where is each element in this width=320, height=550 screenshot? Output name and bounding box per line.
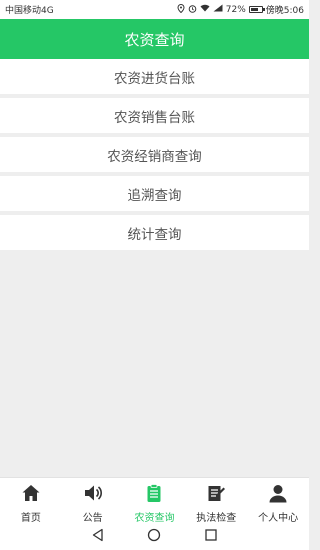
carrier-text: 中国移动4G [5,6,54,16]
wifi-icon [200,4,210,15]
app-header: 农资查询 [0,19,309,59]
menu-item-label: 农资销售台账 [114,109,195,126]
home-circle-icon[interactable] [147,527,161,546]
signal-icon [213,4,223,15]
battery-level [250,8,258,11]
menu-item-statistics-query[interactable]: 统计查询 [0,215,309,250]
menu-item-sales-ledger[interactable]: 农资销售台账 [0,98,309,133]
user-icon [268,483,288,509]
back-icon[interactable] [91,527,105,546]
menu-item-purchase-ledger[interactable]: 农资进货台账 [0,59,309,94]
battery-icon [248,6,265,13]
page-title: 农资查询 [124,30,185,49]
nav-item-home[interactable]: 首页 [0,478,62,524]
recent-apps-icon[interactable] [204,527,218,546]
home-icon [21,483,41,509]
bottom-nav: 首页 公告 农资查询 执法检查 个人中心 [0,477,309,524]
menu-item-trace-query[interactable]: 追溯查询 [0,176,309,211]
query-menu: 农资进货台账 农资销售台账 农资经销商查询 追溯查询 统计查询 [0,59,309,254]
menu-item-label: 农资经销商查询 [107,148,202,165]
alarm-icon [188,4,197,16]
menu-item-label: 追溯查询 [127,187,182,204]
nav-item-profile[interactable]: 个人中心 [247,478,309,524]
menu-item-dealer-query[interactable]: 农资经销商查询 [0,137,309,172]
nav-item-agri-query[interactable]: 农资查询 [124,478,186,524]
nav-item-inspection[interactable]: 执法检查 [185,478,247,524]
nav-label: 首页 [20,513,41,524]
nav-item-notice[interactable]: 公告 [62,478,124,524]
speaker-icon [83,483,103,509]
clock-time: 傍晚5:06 [265,6,304,16]
status-icons: 72% 傍晚5:06 [177,3,304,16]
status-bar: 中国移动4G 72% 傍晚5:06 [0,0,309,19]
nav-label: 个人中心 [258,513,299,524]
system-nav-bar [0,523,309,550]
clipboard-icon [144,483,164,509]
location-icon [177,3,185,16]
nav-label: 公告 [82,513,103,524]
edit-icon [206,483,226,509]
menu-item-label: 农资进货台账 [114,70,195,87]
battery-percent: 72% [225,4,246,15]
nav-label: 农资查询 [134,513,175,524]
nav-label: 执法检查 [196,513,237,524]
menu-item-label: 统计查询 [127,226,182,243]
